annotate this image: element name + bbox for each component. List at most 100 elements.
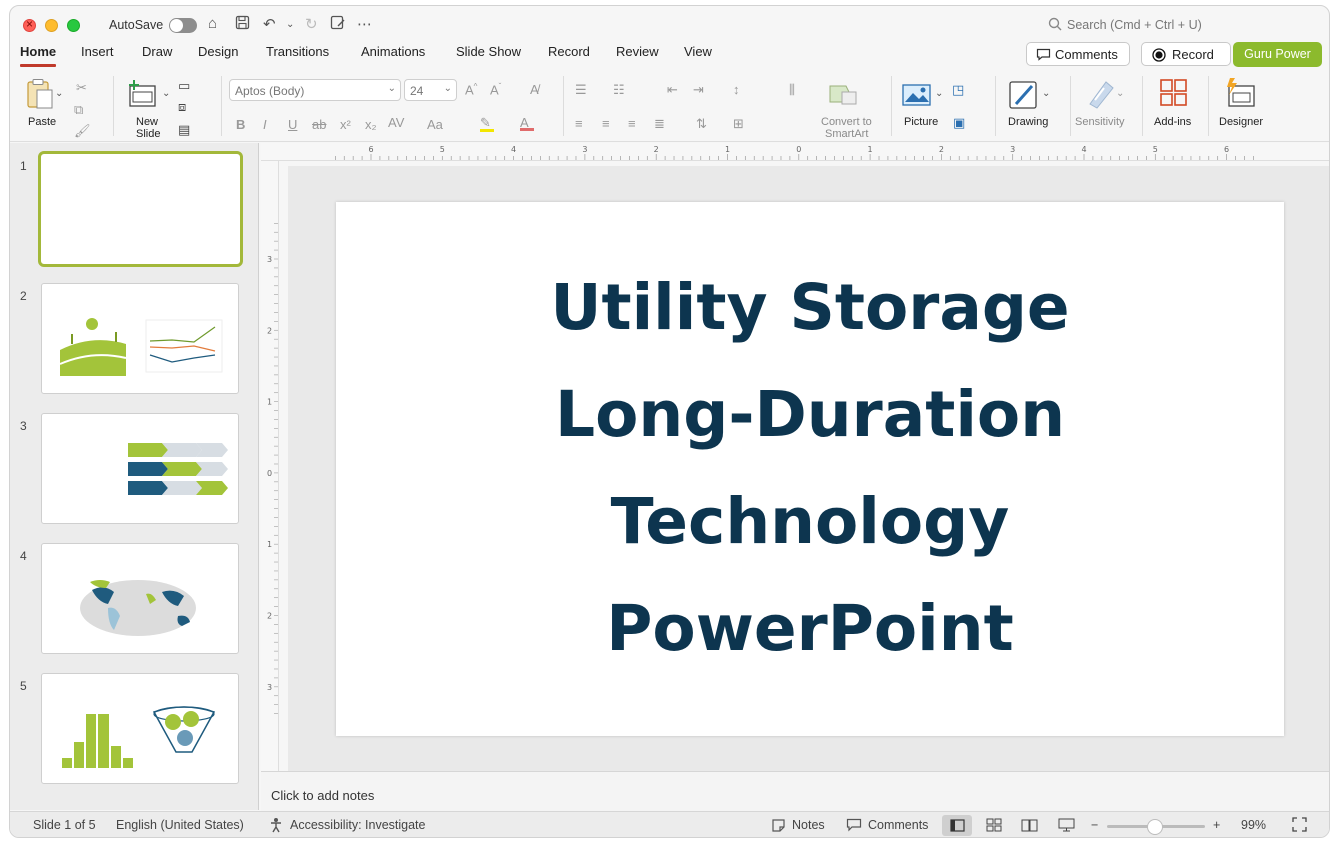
- tab-design[interactable]: Design: [198, 44, 238, 59]
- more-options-icon[interactable]: ⋯: [357, 15, 372, 33]
- slide-sorter-icon[interactable]: [986, 818, 1002, 835]
- bullets-icon[interactable]: ☰: [575, 82, 587, 98]
- slide-thumbnail-4[interactable]: [41, 543, 239, 654]
- slide-title-textbox[interactable]: Utility Storage Long-Duration Technology…: [336, 254, 1284, 682]
- format-painter-icon[interactable]: 🖌: [74, 123, 91, 139]
- add-ins-button[interactable]: [1159, 78, 1189, 111]
- tab-review[interactable]: Review: [616, 44, 659, 59]
- increase-font-size-icon[interactable]: A^: [465, 82, 477, 97]
- sensitivity-button[interactable]: [1086, 78, 1116, 113]
- bold-icon[interactable]: B: [236, 117, 245, 132]
- layout-icon[interactable]: ▭: [178, 78, 190, 94]
- reset-icon[interactable]: ⧈: [178, 99, 186, 115]
- font-color-icon[interactable]: A: [520, 115, 534, 131]
- section-icon[interactable]: ▤: [178, 122, 190, 138]
- print-icon[interactable]: [330, 15, 346, 34]
- slide-thumbnail-3[interactable]: [41, 413, 239, 524]
- notes-icon: [771, 818, 786, 836]
- justify-icon[interactable]: ≣: [654, 116, 665, 132]
- drawing-button[interactable]: [1008, 78, 1038, 113]
- copy-icon[interactable]: ⧉: [74, 102, 83, 118]
- zoom-window-button[interactable]: [67, 19, 80, 32]
- zoom-level[interactable]: 99%: [1241, 818, 1266, 832]
- increase-indent-icon[interactable]: ⇥: [693, 82, 704, 98]
- subscript-icon[interactable]: x₂: [365, 117, 377, 132]
- align-left-icon[interactable]: ≡: [575, 116, 583, 131]
- text-box-icon[interactable]: ▣: [953, 115, 965, 131]
- comments-button[interactable]: Comments: [1026, 42, 1130, 66]
- paste-button[interactable]: [26, 78, 56, 113]
- notes-toggle[interactable]: Notes: [792, 818, 825, 832]
- horizontal-ruler-ticks: 6 5 4 3 2 1 0 1 2 3 4 5 6: [334, 145, 1254, 160]
- sensitivity-dropdown-icon[interactable]: ⌄: [1116, 88, 1124, 99]
- italic-icon[interactable]: I: [263, 117, 267, 132]
- undo-icon[interactable]: ↶: [263, 15, 276, 33]
- slide-thumbnail-5[interactable]: [41, 673, 239, 784]
- text-direction-icon[interactable]: ⇅: [696, 116, 707, 132]
- normal-view-button[interactable]: [942, 815, 972, 836]
- slide-show-icon[interactable]: [1058, 818, 1075, 835]
- align-text-icon[interactable]: ⊞: [733, 116, 744, 132]
- thumb-number: 4: [20, 549, 27, 563]
- smartart-icon: [829, 85, 857, 105]
- current-slide[interactable]: Utility Storage Long-Duration Technology…: [336, 202, 1284, 736]
- tab-animations[interactable]: Animations: [361, 44, 425, 59]
- thumb-number: 2: [20, 289, 27, 303]
- autosave-toggle[interactable]: [169, 18, 197, 33]
- tab-record[interactable]: Record: [548, 44, 590, 59]
- decrease-indent-icon[interactable]: ⇤: [667, 82, 678, 98]
- tab-draw[interactable]: Draw: [142, 44, 172, 59]
- minimize-window-button[interactable]: [45, 19, 58, 32]
- font-name-combo[interactable]: Aptos (Body) ⌄: [229, 79, 401, 101]
- underline-icon[interactable]: U: [288, 117, 297, 132]
- character-spacing-icon[interactable]: AV: [388, 115, 404, 130]
- strikethrough-icon[interactable]: ab: [312, 117, 326, 132]
- picture-label: Picture: [904, 116, 939, 128]
- tab-slide-show[interactable]: Slide Show: [456, 44, 521, 59]
- align-center-icon[interactable]: ≡: [602, 116, 610, 131]
- picture-button[interactable]: [902, 83, 932, 110]
- save-icon[interactable]: [235, 15, 250, 34]
- highlight-icon[interactable]: ✎: [480, 115, 494, 132]
- superscript-icon[interactable]: x²: [340, 117, 351, 132]
- accessibility-status[interactable]: Accessibility: Investigate: [290, 818, 425, 832]
- slide-thumbnail-2[interactable]: [41, 283, 239, 394]
- picture-dropdown-icon[interactable]: ⌄: [935, 88, 943, 99]
- tab-view[interactable]: View: [684, 44, 712, 59]
- numbering-icon[interactable]: ☷: [613, 82, 625, 98]
- record-button[interactable]: Record: [1141, 42, 1231, 66]
- new-slide-button[interactable]: [127, 80, 157, 111]
- close-window-button[interactable]: [23, 17, 36, 32]
- guru-power-button[interactable]: Guru Power: [1233, 42, 1322, 67]
- columns-icon[interactable]: ⫼: [789, 82, 795, 98]
- redo-icon[interactable]: ↻: [305, 15, 318, 33]
- cut-icon[interactable]: ✂: [76, 80, 87, 96]
- undo-dropdown-icon[interactable]: ⌄: [286, 19, 294, 30]
- zoom-slider-handle[interactable]: [1147, 819, 1163, 835]
- tab-home[interactable]: Home: [20, 44, 57, 67]
- decrease-font-size-icon[interactable]: Aˇ: [490, 82, 501, 97]
- reading-view-icon[interactable]: [1021, 818, 1038, 835]
- shapes-icon[interactable]: ◳: [952, 82, 964, 98]
- slide-thumbnail-1[interactable]: [38, 151, 243, 267]
- home-icon[interactable]: ⌂: [208, 15, 217, 32]
- language-indicator[interactable]: English (United States): [116, 818, 244, 832]
- paste-dropdown-icon[interactable]: ⌄: [55, 88, 63, 99]
- tab-insert[interactable]: Insert: [81, 44, 114, 59]
- clear-formatting-icon[interactable]: A̸: [530, 82, 539, 97]
- designer-button[interactable]: [1224, 77, 1256, 112]
- font-size-combo[interactable]: 24 ⌄: [404, 79, 457, 101]
- notes-pane[interactable]: Click to add notes: [261, 771, 1329, 811]
- new-slide-dropdown-icon[interactable]: ⌄: [162, 88, 170, 99]
- comments-toggle[interactable]: Comments: [868, 818, 928, 832]
- zoom-in-icon[interactable]: +: [1213, 818, 1220, 832]
- drawing-dropdown-icon[interactable]: ⌄: [1042, 88, 1050, 99]
- zoom-out-icon[interactable]: −: [1091, 818, 1098, 832]
- convert-smartart-button[interactable]: [828, 82, 858, 109]
- align-right-icon[interactable]: ≡: [628, 116, 636, 131]
- change-case-icon[interactable]: Aa: [427, 117, 443, 132]
- fit-to-window-icon[interactable]: [1292, 817, 1307, 835]
- search-input[interactable]: Search (Cmd + Ctrl + U): [1067, 18, 1202, 32]
- tab-transitions[interactable]: Transitions: [266, 44, 329, 59]
- line-spacing-icon[interactable]: ↕: [733, 82, 740, 97]
